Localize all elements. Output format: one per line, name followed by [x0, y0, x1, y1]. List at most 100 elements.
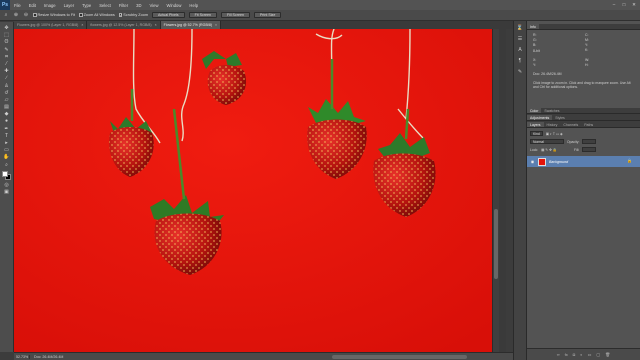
vertical-scroll-thumb[interactable] — [494, 209, 498, 279]
fill-screen-button[interactable]: Fill Screen — [220, 12, 250, 18]
info-h-label: H: — [585, 63, 589, 67]
doc-size: Doc: 26.4M/26.4M — [34, 354, 64, 359]
paragraph-icon[interactable]: ¶ — [516, 57, 524, 64]
shape-tool-icon[interactable]: ▭ — [3, 147, 11, 153]
menu-layer[interactable]: Layer — [60, 3, 78, 8]
maximize-button[interactable]: □ — [620, 1, 628, 8]
history-icon[interactable]: ⌛ — [516, 24, 524, 31]
healing-tool-icon[interactable]: ✚ — [3, 68, 11, 74]
tab-history[interactable]: History — [544, 122, 561, 127]
lasso-tool-icon[interactable]: ʘ — [3, 39, 11, 45]
menu-file[interactable]: File — [10, 3, 25, 8]
character-icon[interactable]: A — [516, 46, 524, 53]
menu-type[interactable]: Type — [78, 3, 95, 8]
zoom-tool-icon[interactable]: ⌕ — [3, 12, 9, 18]
close-icon[interactable]: × — [81, 23, 83, 27]
path-select-tool-icon[interactable]: ▸ — [3, 140, 11, 146]
info-w-label: W: — [585, 58, 590, 62]
tab-swatches[interactable]: Swatches — [541, 108, 562, 113]
gradient-tool-icon[interactable]: ▤ — [3, 104, 11, 110]
zoom-all-checkbox[interactable]: Zoom All Windows — [79, 13, 115, 17]
layer-row-background[interactable]: ◉ Background 🔒 — [527, 156, 640, 167]
screen-mode-icon[interactable]: ▣ — [3, 189, 11, 195]
document-canvas[interactable] — [14, 29, 506, 352]
mask-icon[interactable]: ◘ — [573, 352, 575, 357]
menu-3d[interactable]: 3D — [132, 3, 145, 8]
print-size-button[interactable]: Print Size — [253, 12, 282, 18]
menu-help[interactable]: Help — [185, 3, 202, 8]
opacity-input[interactable] — [582, 139, 597, 144]
quick-select-tool-icon[interactable]: ✎ — [3, 47, 11, 53]
menu-window[interactable]: Window — [163, 3, 186, 8]
scrubby-zoom-checkbox[interactable]: ✓ Scrubby Zoom — [118, 13, 148, 17]
stamp-tool-icon[interactable]: ♙ — [3, 83, 11, 89]
menu-filter[interactable]: Filter — [115, 3, 132, 8]
close-button[interactable]: ✕ — [630, 1, 638, 8]
properties-icon[interactable]: ☰ — [516, 35, 524, 42]
tab-layers[interactable]: Layers — [527, 122, 544, 127]
fit-screen-button[interactable]: Fit Screen — [188, 12, 217, 18]
brush-preset-icon[interactable]: ✎ — [516, 68, 524, 75]
strawberries-photo[interactable] — [14, 29, 492, 352]
new-layer-icon[interactable]: ▢ — [596, 352, 600, 357]
info-y-coord-label: Y: — [533, 63, 537, 67]
checkbox-icon — [33, 13, 37, 17]
zoom-level[interactable]: 52.73% — [14, 354, 30, 359]
menu-image[interactable]: Image — [40, 3, 60, 8]
eraser-tool-icon[interactable]: ▱ — [3, 97, 11, 103]
info-panel-tabs: Info — [527, 24, 640, 30]
tab-color[interactable]: Color — [527, 108, 542, 113]
menu-view[interactable]: View — [146, 3, 163, 8]
opacity-label: Opacity: — [567, 139, 580, 144]
history-brush-tool-icon[interactable]: ↺ — [3, 90, 11, 96]
crop-tool-icon[interactable]: ⌗ — [3, 54, 11, 60]
folder-icon[interactable]: ▭ — [588, 352, 592, 357]
lock-icons[interactable]: ▦ ✎ ✥ 🔒 — [541, 148, 557, 152]
adjustment-icon[interactable]: ◐ — [580, 352, 582, 357]
layer-kind-filter[interactable]: Kind — [530, 131, 543, 136]
close-icon[interactable]: × — [155, 23, 157, 27]
eye-icon[interactable]: ◉ — [530, 159, 535, 164]
zoom-out-icon[interactable]: ⊖ — [23, 12, 29, 18]
tab-styles[interactable]: Styles — [552, 115, 568, 120]
tab-adjustments[interactable]: Adjustments — [527, 115, 553, 120]
menu-edit[interactable]: Edit — [25, 3, 40, 8]
pen-tool-icon[interactable]: ✒ — [3, 126, 11, 132]
quick-mask-icon[interactable]: ◎ — [3, 182, 11, 188]
fill-input[interactable] — [582, 147, 597, 152]
move-tool-icon[interactable]: ✥ — [3, 25, 11, 31]
doc-tab[interactable]: flowers.jpg @ 12.5% (Layer 1, RGB/8) × — [87, 21, 161, 29]
hand-tool-icon[interactable]: ✋ — [3, 154, 11, 160]
layer-name[interactable]: Background — [549, 160, 568, 164]
color-swatches[interactable] — [1, 170, 12, 181]
close-icon[interactable]: × — [215, 23, 217, 27]
actual-pixels-button[interactable]: Actual Pixels — [152, 12, 185, 18]
blend-mode-select[interactable]: Normal — [530, 139, 564, 144]
resize-windows-checkbox[interactable]: Resize Windows to Fit — [33, 13, 75, 17]
zoom-tool-icon[interactable]: ⌕ — [3, 162, 11, 168]
fx-icon[interactable]: fx — [565, 352, 568, 357]
dodge-tool-icon[interactable]: ● — [3, 118, 11, 124]
eyedropper-tool-icon[interactable]: ⁄ — [3, 61, 11, 67]
doc-tab[interactable]: Flowers.jpg @ 100% (Layer 1, RGB/8) × — [14, 21, 88, 29]
info-help-text: Click image to zoom in. Click and drag t… — [533, 81, 631, 90]
foreground-color-swatch[interactable] — [1, 170, 8, 177]
horizontal-scrollbar[interactable] — [92, 354, 510, 359]
tab-paths[interactable]: Paths — [581, 122, 596, 127]
vertical-scrollbar[interactable] — [492, 29, 499, 352]
marquee-tool-icon[interactable]: ⬚ — [3, 32, 11, 38]
blur-tool-icon[interactable]: ◆ — [3, 111, 11, 117]
trash-icon[interactable]: 🗑 — [605, 352, 610, 357]
zoom-in-icon[interactable]: ⊕ — [13, 12, 19, 18]
type-tool-icon[interactable]: T — [3, 133, 11, 139]
minimize-button[interactable]: – — [610, 1, 618, 8]
link-icon[interactable]: ∞ — [557, 352, 560, 357]
tab-channels[interactable]: Channels — [560, 122, 581, 127]
info-g-label: G: — [533, 38, 537, 42]
filter-icons: ▣ ◐ T ▭ ◈ — [545, 131, 563, 136]
tab-info[interactable]: Info — [527, 24, 539, 29]
horizontal-scroll-thumb[interactable] — [332, 355, 467, 359]
brush-tool-icon[interactable]: ∕ — [3, 75, 11, 81]
doc-tab-active[interactable]: Flowers.jpg @ 52.7% (RGB/8) × — [160, 21, 222, 29]
menu-select[interactable]: Select — [95, 3, 115, 8]
